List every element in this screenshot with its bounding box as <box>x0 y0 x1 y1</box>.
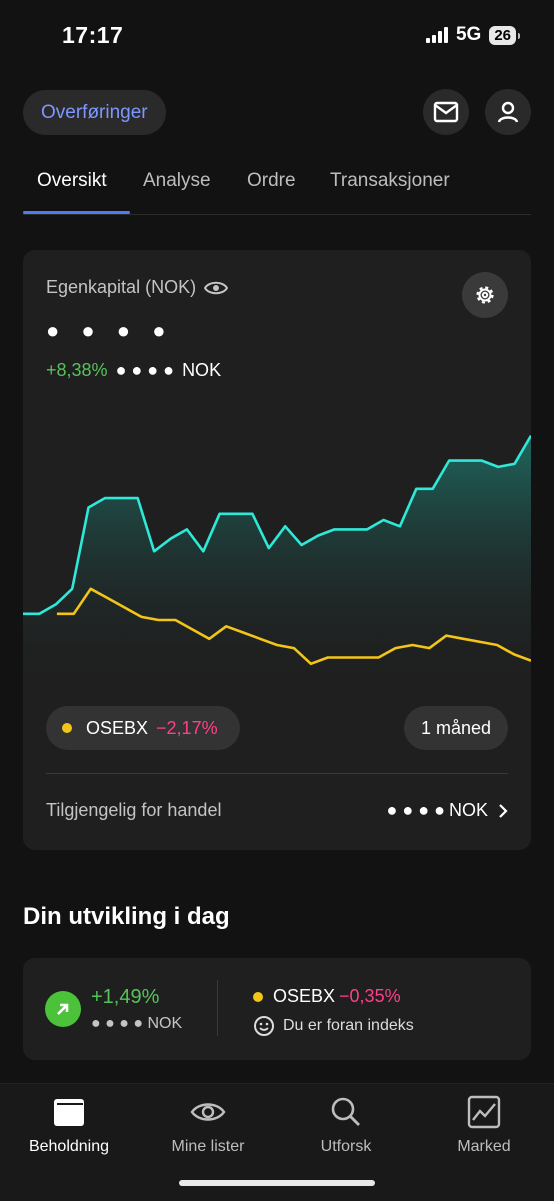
nav-utforsk[interactable]: Utforsk <box>286 1094 406 1156</box>
tab-ordre[interactable]: Ordre <box>247 170 296 192</box>
battery-icon: 26 <box>489 25 520 45</box>
chart-icon <box>467 1094 501 1130</box>
available-row[interactable]: Tilgjengelig for handel ● ● ● ● NOK <box>46 800 508 821</box>
profile-button[interactable] <box>485 89 531 135</box>
benchmark-dot <box>62 723 72 733</box>
active-tab-indicator <box>23 211 130 214</box>
tab-oversikt[interactable]: Oversikt <box>37 170 107 192</box>
equity-change-hidden: ● ● ● ● <box>115 360 175 380</box>
nav-label: Marked <box>457 1138 511 1155</box>
section-title: Din utvikling i dag <box>23 903 230 930</box>
nav-label: Utforsk <box>320 1138 372 1155</box>
index-name: OSEBX <box>273 986 336 1006</box>
benchmark-pill[interactable]: OSEBX −2,17% <box>46 706 240 750</box>
nav-label: Mine lister <box>171 1138 245 1155</box>
today-message-text: Du er foran indeks <box>283 1017 414 1034</box>
nav-label: Beholdning <box>28 1138 110 1155</box>
today-card[interactable]: +1,49% ● ● ● ● NOK OSEBX −0,35% Du er fo… <box>23 958 531 1060</box>
tab-analyse[interactable]: Analyse <box>143 170 211 192</box>
available-hidden: ● ● ● ● <box>386 800 445 820</box>
tab-transaksjoner[interactable]: Transaksjoner <box>330 170 450 192</box>
nav-marked[interactable]: Marked <box>424 1094 544 1156</box>
network-type: 5G <box>455 24 482 45</box>
benchmark-name: OSEBX <box>86 717 149 738</box>
search-icon <box>330 1094 362 1130</box>
period-selector[interactable]: 1 måned <box>403 706 508 750</box>
chart-settings-button[interactable] <box>462 272 508 318</box>
gear-icon <box>476 286 494 304</box>
equity-label-text: Egenkapital (NOK) <box>46 277 197 297</box>
index-dot <box>253 991 263 1002</box>
equity-change: +8,38% ● ● ● ● NOK <box>46 360 221 381</box>
smiley-icon <box>254 1016 274 1036</box>
transfer-button[interactable]: Overføringer <box>23 90 166 135</box>
person-icon <box>497 101 519 123</box>
mail-button[interactable] <box>423 89 469 135</box>
today-index: OSEBX −0,35% <box>253 986 401 1007</box>
signal-icon <box>425 27 448 43</box>
today-nok-currency: NOK <box>147 1015 183 1032</box>
today-nok: ● ● ● ● NOK <box>91 1015 182 1033</box>
available-value: ● ● ● ● NOK <box>386 800 508 821</box>
benchmark-change: −2,17% <box>156 717 218 738</box>
chevron-right-icon <box>499 803 508 818</box>
today-message: Du er foran indeks <box>253 1015 414 1037</box>
equity-change-currency: NOK <box>182 360 222 380</box>
status-time: 17:17 <box>62 22 124 48</box>
available-label: Tilgjengelig for handel <box>46 800 222 820</box>
equity-chart[interactable] <box>23 410 531 690</box>
status-indicators: 5G 26 <box>425 24 520 46</box>
equity-change-pct: +8,38% <box>46 360 108 380</box>
nav-beholdning[interactable]: Beholdning <box>9 1094 129 1156</box>
arrow-up-right-icon <box>45 991 81 1027</box>
available-currency: NOK <box>448 800 488 820</box>
eye-icon[interactable] <box>204 280 229 296</box>
tab-bar: Oversikt Analyse Ordre Transaksjoner <box>23 162 531 215</box>
equity-hidden-value: ● ● ● ● <box>46 318 174 343</box>
nav-mine-lister[interactable]: Mine lister <box>148 1094 268 1156</box>
mail-icon <box>433 101 459 123</box>
eye-icon <box>190 1094 226 1130</box>
today-nok-hidden: ● ● ● ● <box>91 1015 143 1032</box>
equity-label: Egenkapital (NOK) <box>46 277 229 298</box>
wallet-icon <box>52 1094 86 1130</box>
equity-card: Egenkapital (NOK) ● ● ● ● +8,38% ● ● ● ●… <box>23 250 531 850</box>
today-pct: +1,49% <box>91 986 160 1008</box>
divider <box>46 773 508 774</box>
divider <box>217 980 218 1036</box>
index-change: −0,35% <box>339 986 401 1006</box>
portfolio-area <box>23 435 531 690</box>
home-indicator <box>179 1180 375 1186</box>
